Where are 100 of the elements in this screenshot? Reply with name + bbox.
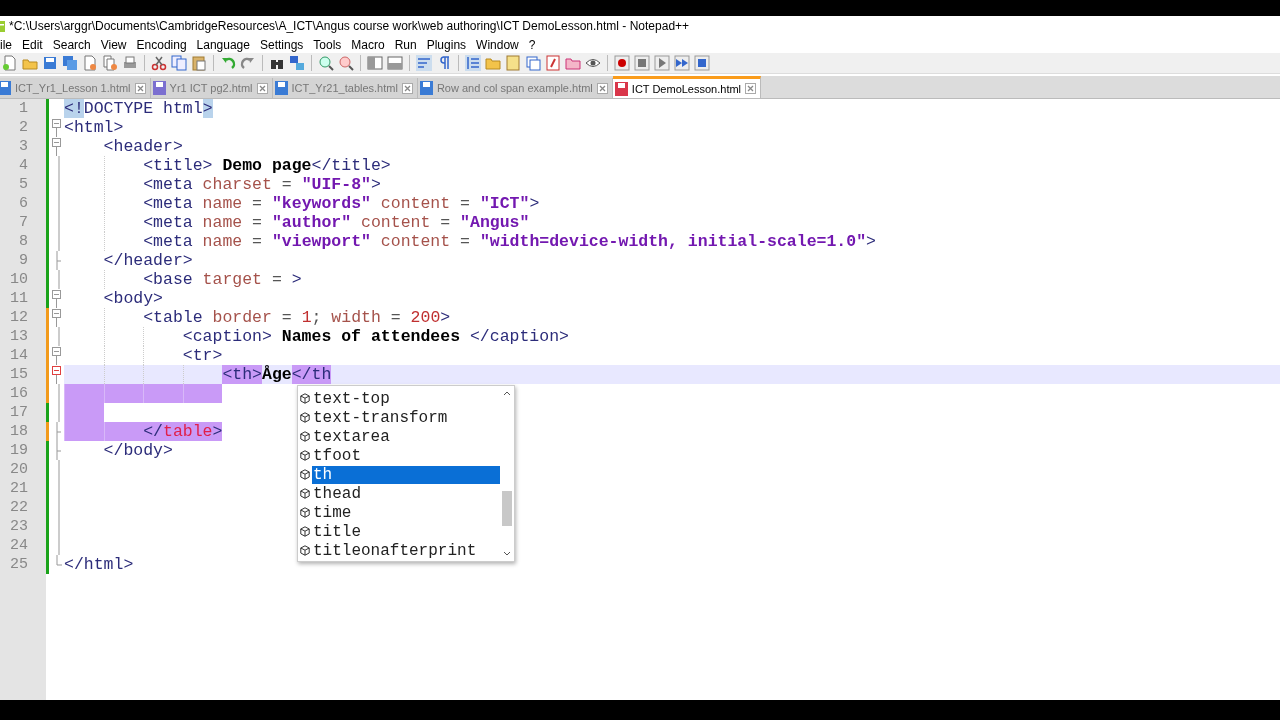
- cube-icon: [300, 469, 310, 480]
- code-line: <table border = 1; width = 200>: [143, 308, 451, 327]
- scrollbar-thumb[interactable]: [502, 491, 512, 526]
- code-line: </body>: [103, 441, 173, 460]
- code-line: <html>: [64, 118, 124, 137]
- scissors-icon[interactable]: [151, 55, 167, 71]
- suggestion-item[interactable]: time: [312, 503, 500, 522]
- line-number: 19: [0, 441, 46, 460]
- printer-icon[interactable]: [122, 55, 138, 71]
- zoom-in-icon[interactable]: [318, 55, 334, 71]
- save-icon[interactable]: [42, 55, 58, 71]
- line-number: 4: [0, 156, 46, 175]
- code-line: <meta charset = "UIF-8">: [143, 175, 381, 194]
- menu-item[interactable]: Settings: [254, 37, 309, 52]
- window-icon[interactable]: [367, 55, 383, 71]
- close-icon[interactable]: [401, 82, 413, 94]
- code-line: </header>: [103, 251, 193, 270]
- line-number: 23: [0, 517, 46, 536]
- menu-item[interactable]: Language: [191, 37, 255, 52]
- indent-guide-icon[interactable]: [465, 55, 481, 71]
- menu-item[interactable]: Tools: [308, 37, 347, 52]
- menu-item[interactable]: Plugins: [421, 37, 472, 52]
- suggestion-item[interactable]: text-transform: [312, 408, 500, 427]
- cube-icon: [300, 450, 310, 461]
- zoom-out-icon[interactable]: [338, 55, 354, 71]
- scroll-up-icon[interactable]: [503, 390, 511, 396]
- suggestion-item[interactable]: titleonafterprint: [312, 541, 500, 560]
- code-line: <meta name = "keywords" content = "ICT">: [143, 194, 540, 213]
- stop-icon[interactable]: [634, 55, 650, 71]
- line-number: 13: [0, 327, 46, 346]
- folder-icon[interactable]: [485, 55, 501, 71]
- code-line: </table>: [143, 422, 223, 441]
- cube-icon: [300, 393, 310, 404]
- cube-icon: [300, 431, 310, 442]
- save-macro-icon[interactable]: [694, 55, 710, 71]
- record-icon[interactable]: [614, 55, 630, 71]
- function-icon[interactable]: [545, 55, 561, 71]
- document-icon[interactable]: [505, 55, 521, 71]
- menu-item[interactable]: ile: [0, 37, 17, 52]
- suggestion-item[interactable]: text-top: [312, 389, 500, 408]
- fold-toggle-icon[interactable]: [51, 137, 62, 156]
- undo-icon[interactable]: [220, 55, 236, 71]
- fold-toggle-icon[interactable]: [51, 289, 62, 308]
- suggestion-item[interactable]: thead: [312, 484, 500, 503]
- fold-toggle-icon[interactable]: [51, 118, 62, 137]
- line-number: 9: [0, 251, 46, 270]
- window-icon[interactable]: [387, 55, 403, 71]
- menu-item[interactable]: Encoding: [131, 37, 192, 52]
- line-number: 15: [0, 365, 46, 384]
- menu-item[interactable]: Macro: [346, 37, 390, 52]
- window-icon[interactable]: [525, 55, 541, 71]
- close-all-icon[interactable]: [102, 55, 118, 71]
- line-number: 20: [0, 460, 46, 479]
- wrap-icon[interactable]: [416, 55, 432, 71]
- menu-item[interactable]: View: [95, 37, 132, 52]
- line-number: 14: [0, 346, 46, 365]
- suggestion-item[interactable]: tfoot: [312, 446, 500, 465]
- line-number: 11: [0, 289, 46, 308]
- close-icon[interactable]: [134, 82, 146, 94]
- cube-icon: [300, 412, 310, 423]
- suggestion-item[interactable]: title: [312, 522, 500, 541]
- menu-item[interactable]: Edit: [17, 37, 48, 52]
- menu-item[interactable]: Window: [471, 37, 524, 52]
- replace-icon[interactable]: [289, 55, 305, 71]
- new-file-icon[interactable]: [2, 55, 18, 71]
- line-number: 18: [0, 422, 46, 441]
- close-icon[interactable]: [596, 82, 608, 94]
- fold-toggle-icon[interactable]: [51, 365, 62, 384]
- scroll-down-icon[interactable]: [503, 551, 511, 557]
- file-tab[interactable]: ICT DemoLesson.html: [612, 76, 762, 98]
- cube-icon: [300, 526, 310, 537]
- play-icon[interactable]: [654, 55, 670, 71]
- close-icon[interactable]: [745, 83, 757, 94]
- line-number: 16: [0, 384, 46, 403]
- line-number: 7: [0, 213, 46, 232]
- save-all-icon[interactable]: [62, 55, 78, 71]
- fold-toggle-icon[interactable]: [51, 346, 62, 365]
- menu-item[interactable]: Search: [47, 37, 96, 52]
- menu-item[interactable]: Run: [389, 37, 422, 52]
- folder-icon[interactable]: [565, 55, 581, 71]
- redo-icon[interactable]: [240, 55, 256, 71]
- menu-item[interactable]: ?: [523, 37, 541, 52]
- code-line: <caption> Names of attendees </caption>: [182, 327, 569, 346]
- code-line: <tr>: [182, 346, 223, 365]
- line-number: 6: [0, 194, 46, 213]
- code-line: <base target = >: [143, 270, 302, 289]
- paste-icon[interactable]: [191, 55, 207, 71]
- fast-forward-icon[interactable]: [674, 55, 690, 71]
- suggestion-item[interactable]: textarea: [312, 427, 500, 446]
- fold-toggle-icon[interactable]: [51, 308, 62, 327]
- close-icon[interactable]: [256, 82, 268, 94]
- code-line: <title> Demo page</title>: [143, 156, 391, 175]
- line-number: 5: [0, 175, 46, 194]
- line-number: 10: [0, 270, 46, 289]
- copy-icon[interactable]: [171, 55, 187, 71]
- suggestion-item[interactable]: th: [312, 465, 500, 484]
- code-line: <meta name = "author" content = "Angus": [143, 213, 530, 232]
- cube-icon: [300, 545, 310, 556]
- code-line: <th>Åge</th: [222, 365, 332, 384]
- close-file-icon[interactable]: [82, 55, 98, 71]
